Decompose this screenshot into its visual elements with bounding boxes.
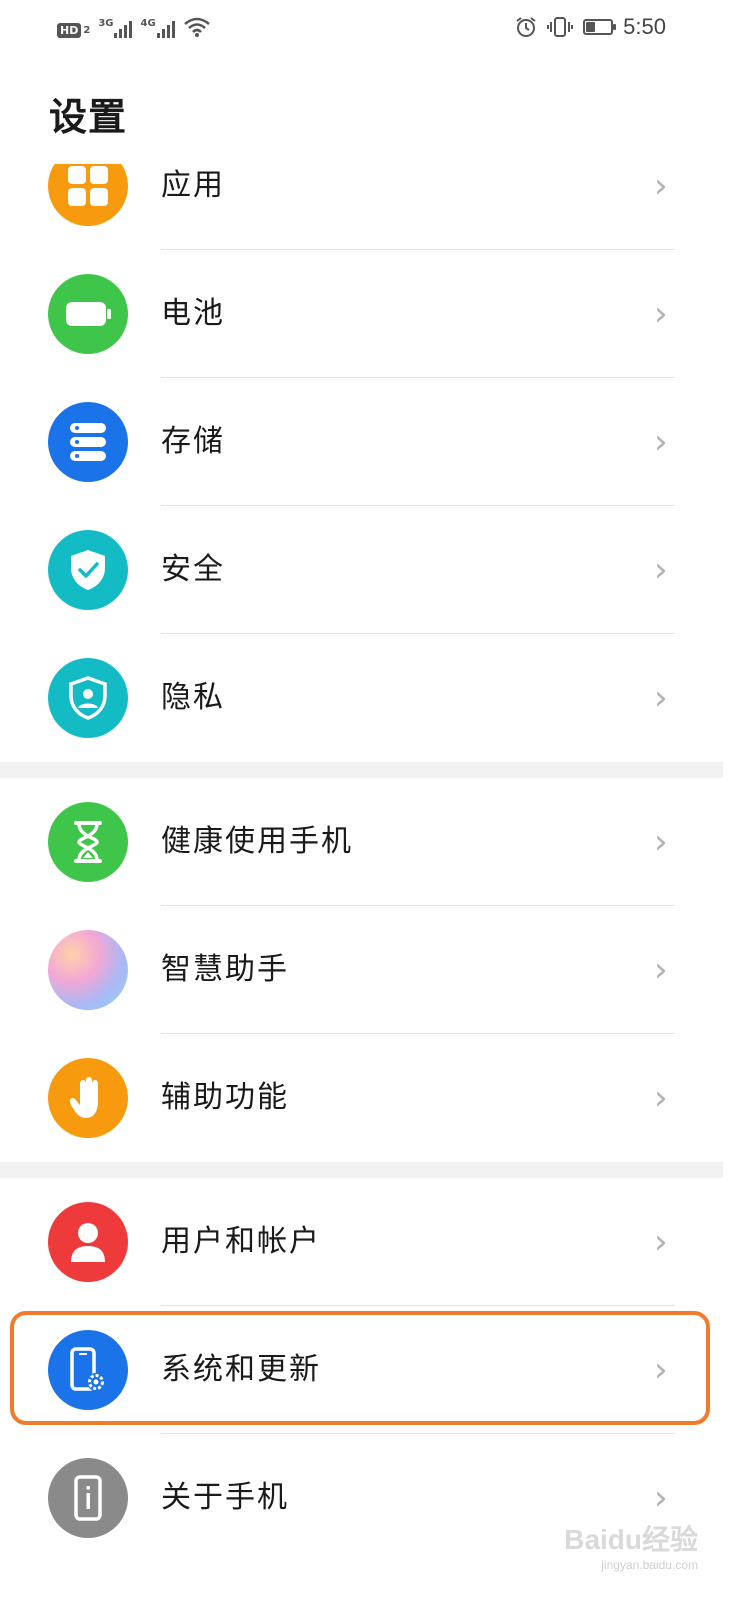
hd-sim-number: 2 xyxy=(83,25,91,36)
hourglass-icon xyxy=(48,802,128,882)
settings-item-storage[interactable]: 存储 › xyxy=(0,378,723,506)
signal-4g-icon: 4G xyxy=(140,18,175,38)
storage-icon xyxy=(48,402,128,482)
hd-voice-icon: HD 2 xyxy=(57,23,90,38)
settings-item-user[interactable]: 用户和帐户 › xyxy=(0,1178,723,1306)
settings-item-label: 关于手机 xyxy=(161,1480,289,1515)
hand-icon xyxy=(48,1058,128,1138)
vibrate-icon xyxy=(547,17,574,37)
chevron-right-icon: › xyxy=(654,1222,668,1262)
status-left: HD 2 3G 4G xyxy=(57,16,211,38)
status-right: 5:50 xyxy=(515,14,666,40)
chevron-right-icon: › xyxy=(654,166,668,206)
user-icon xyxy=(48,1202,128,1282)
signal-4g-label: 4G xyxy=(140,18,156,29)
settings-item-hourglass[interactable]: 健康使用手机 › xyxy=(0,778,723,906)
baidu-watermark: Baidu经验 jingyan.baidu.com xyxy=(564,1518,698,1572)
chevron-right-icon: › xyxy=(654,678,668,718)
chevron-right-icon: › xyxy=(654,950,668,990)
settings-item-hand[interactable]: 辅助功能 › xyxy=(0,1034,723,1162)
clock-time: 5:50 xyxy=(623,14,666,39)
battery-icon xyxy=(583,19,617,35)
assistant-icon xyxy=(48,930,128,1010)
watermark-url: jingyan.baidu.com xyxy=(601,1558,698,1572)
apps-icon xyxy=(48,164,128,226)
signal-3g-icon: 3G xyxy=(98,18,133,38)
settings-item-label: 辅助功能 xyxy=(161,1080,289,1115)
settings-item-label: 存储 xyxy=(161,424,225,459)
settings-item-label: 安全 xyxy=(161,552,225,587)
group-separator xyxy=(0,1162,723,1178)
chevron-right-icon: › xyxy=(654,550,668,590)
settings-item-assistant[interactable]: 智慧助手 › xyxy=(0,906,723,1034)
chevron-right-icon: › xyxy=(654,1078,668,1118)
settings-group: 健康使用手机 › 智慧助手 › 辅助功能 › xyxy=(0,778,723,1162)
group-separator xyxy=(0,762,723,778)
battery-icon xyxy=(48,274,128,354)
settings-item-label: 智慧助手 xyxy=(161,952,289,987)
status-bar: HD 2 3G 4G 5:50 xyxy=(0,0,738,56)
settings-item-label: 健康使用手机 xyxy=(161,824,353,859)
settings-item-shield-check[interactable]: 安全 › xyxy=(0,506,723,634)
privacy-icon xyxy=(48,658,128,738)
chevron-right-icon: › xyxy=(654,422,668,462)
settings-item-apps[interactable]: 应用 › xyxy=(0,164,723,250)
wifi-icon xyxy=(183,17,210,37)
alarm-icon xyxy=(516,17,536,37)
about-phone-icon xyxy=(48,1458,128,1538)
hd-label: HD xyxy=(57,23,82,38)
settings-item-privacy[interactable]: 隐私 › xyxy=(0,634,723,762)
settings-group: 应用 › 电池 › 存储 › 安全 › 隐私 › xyxy=(0,164,723,762)
settings-item-label: 应用 xyxy=(161,168,225,203)
highlight-box xyxy=(10,1311,710,1425)
signal-3g-label: 3G xyxy=(98,18,114,29)
chevron-right-icon: › xyxy=(654,822,668,862)
settings-item-label: 隐私 xyxy=(161,680,225,715)
settings-item-battery[interactable]: 电池 › xyxy=(0,250,723,378)
chevron-right-icon: › xyxy=(654,294,668,334)
battery-fill xyxy=(586,22,595,32)
shield-check-icon xyxy=(48,530,128,610)
settings-item-label: 用户和帐户 xyxy=(161,1224,321,1259)
settings-item-label: 电池 xyxy=(161,296,225,331)
watermark-brand: Baidu经验 xyxy=(564,1524,698,1555)
